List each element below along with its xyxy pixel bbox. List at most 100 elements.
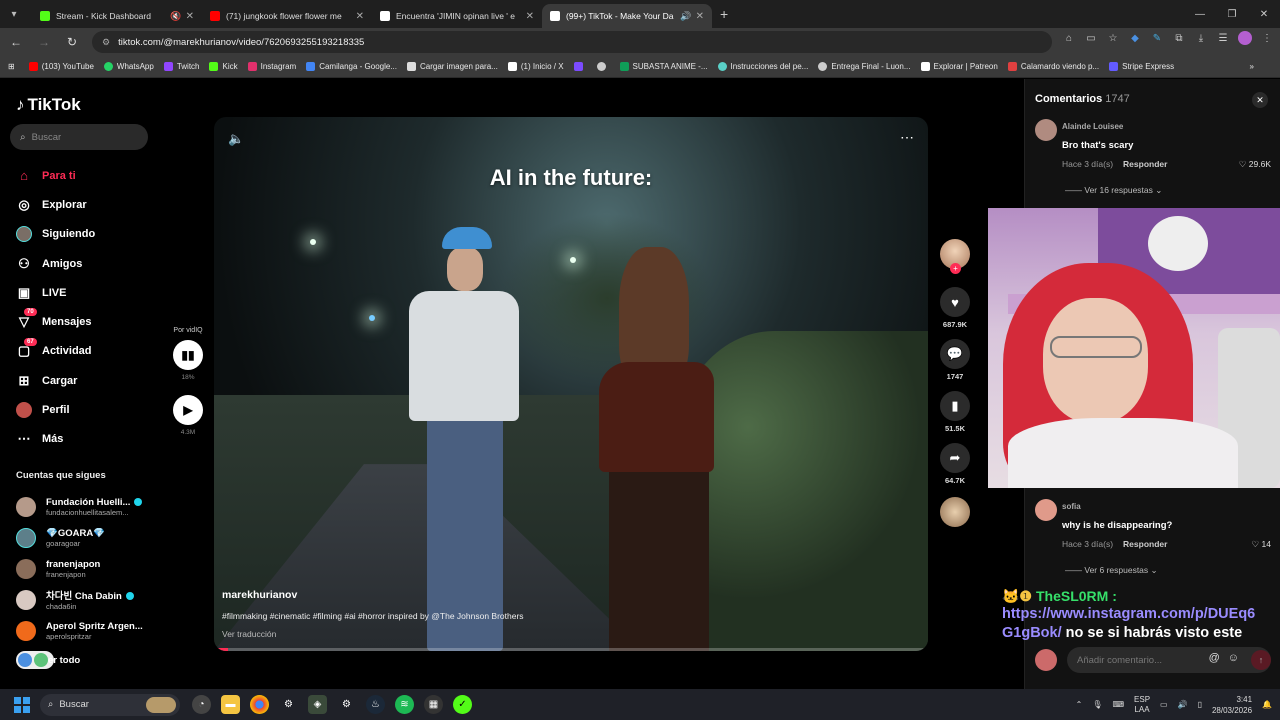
comment-username[interactable]: sofia xyxy=(1062,502,1081,511)
video-player[interactable]: AI in the future: 🔈 ⋯ marekhurianov #fil… xyxy=(214,117,928,651)
play-icon[interactable]: ▶ xyxy=(173,395,203,425)
comment-like-button[interactable]: ♡ 29.6K xyxy=(1239,159,1271,170)
display-icon[interactable]: ▭ xyxy=(1160,700,1168,709)
close-icon[interactable]: ✕ xyxy=(1252,92,1268,108)
app-icon[interactable]: ◔ xyxy=(192,695,211,714)
emoji-icon[interactable]: ☺ xyxy=(1228,652,1239,664)
profile-avatar-icon[interactable] xyxy=(1238,31,1252,45)
site-info-icon[interactable]: ⚙ xyxy=(102,37,110,48)
bookmark-kick[interactable]: Kick xyxy=(209,62,238,71)
bookmark-stripe[interactable]: Stripe Express xyxy=(1109,62,1174,71)
sidebar-item-cargar[interactable]: ⊞ Cargar xyxy=(16,366,156,395)
settings-icon[interactable]: ⚙ xyxy=(337,695,356,714)
bookmark-instagram[interactable]: Instagram xyxy=(247,62,296,71)
close-tab-icon[interactable]: ✕ xyxy=(526,11,534,22)
language-indicator[interactable]: ESP LAA xyxy=(1134,695,1150,715)
volume-icon[interactable]: 🔈 xyxy=(228,131,244,147)
browser-tab-kick[interactable]: Stream - Kick Dashboard 🔇 ✕ xyxy=(32,4,202,28)
app-icon[interactable]: ◈ xyxy=(308,695,327,714)
music-disc-icon[interactable] xyxy=(940,497,970,527)
heart-icon[interactable]: ♥ xyxy=(940,287,970,317)
bookmark-cargar-imagen[interactable]: Cargar imagen para... xyxy=(407,62,498,71)
maximize-icon[interactable]: ❐ xyxy=(1216,0,1248,28)
close-tab-icon[interactable]: ✕ xyxy=(186,11,194,22)
muted-icon[interactable]: 🔇 xyxy=(170,11,181,22)
send-arrow-icon[interactable]: ↑ xyxy=(1251,650,1271,670)
view-replies-button[interactable]: —— Ver 16 respuestas ⌄ xyxy=(1065,185,1162,196)
bookmarks-overflow-icon[interactable]: » xyxy=(1250,62,1254,71)
file-explorer-icon[interactable]: ▬ xyxy=(221,695,240,714)
download-icon[interactable]: ⤓ xyxy=(1194,31,1208,45)
chrome-icon[interactable] xyxy=(250,695,269,714)
bookmark-globe[interactable] xyxy=(596,62,610,71)
url-field[interactable]: ⚙ tiktok.com/@marekhurianov/video/762069… xyxy=(92,31,1052,53)
close-tab-icon[interactable]: ✕ xyxy=(356,11,364,22)
spotify-icon[interactable]: ≋ xyxy=(395,695,414,714)
translate-icon[interactable]: ⌂ xyxy=(1062,31,1076,45)
chevron-up-icon[interactable]: ⌃ xyxy=(1076,700,1083,709)
windows-start-icon[interactable] xyxy=(14,696,30,713)
share-icon[interactable]: ➦ xyxy=(940,443,970,473)
reply-button[interactable]: Responder xyxy=(1123,159,1167,169)
search-input[interactable]: ⌕ Buscar xyxy=(10,124,148,150)
bookmark-x[interactable]: (1) Inicio / X xyxy=(507,62,564,71)
see-all-button[interactable]: er todo xyxy=(16,651,80,669)
avatar[interactable] xyxy=(1035,499,1057,521)
following-account[interactable]: 차다빈 Cha Dabin chada6in xyxy=(16,584,156,615)
following-account[interactable]: 💎GOARA💎 goaragoar xyxy=(16,522,156,553)
bookmark-subasta[interactable]: SUBASTA ANIME -... xyxy=(619,62,708,71)
browser-tab-tiktok-search[interactable]: Encuentra 'JIMIN opinan live ' e ✕ xyxy=(372,4,542,28)
extension-icon[interactable]: ◆ xyxy=(1128,31,1142,45)
following-account[interactable]: Fundación Huelli... fundacionhuellitasal… xyxy=(16,491,156,522)
bookmark-instrucciones[interactable]: Instrucciones del pe... xyxy=(717,62,808,71)
bookmark-camilanga[interactable]: Camilanga - Google... xyxy=(306,62,397,71)
steam-icon[interactable]: ♨ xyxy=(366,695,385,714)
sidebar-item-siguiendo[interactable]: Siguiendo xyxy=(16,220,156,249)
sidebar-item-perfil[interactable]: Perfil xyxy=(16,395,156,424)
forward-icon[interactable]: → xyxy=(32,30,56,54)
sidebar-item-live[interactable]: ▣ LIVE xyxy=(16,278,156,307)
mention-icon[interactable]: @ xyxy=(1209,652,1220,664)
sidebar-item-mensajes[interactable]: ▽ 70 Mensajes xyxy=(16,307,156,336)
vidiq-stats-button[interactable]: ▮▮ xyxy=(173,340,203,370)
sidebar-item-amigos[interactable]: ⚇ Amigos xyxy=(16,249,156,278)
following-account[interactable]: Aperol Spritz Argen... aperolspritzar xyxy=(16,615,156,646)
reply-button[interactable]: Responder xyxy=(1123,539,1167,549)
close-window-icon[interactable]: ✕ xyxy=(1248,0,1280,28)
browser-tab-tiktok-active[interactable]: (99+) TikTok - Make Your Da 🔊 ✕ xyxy=(542,4,712,28)
bookmark-patreon[interactable]: Explorar | Patreon xyxy=(920,62,998,71)
translate-link[interactable]: Ver traducción xyxy=(222,629,276,639)
microphone-icon[interactable]: 🎙 xyxy=(1092,700,1102,709)
puzzle-icon[interactable]: ⧉ xyxy=(1172,31,1186,45)
comment-username[interactable]: Alainde Louisee xyxy=(1062,122,1123,131)
reload-icon[interactable]: ↻ xyxy=(60,30,84,54)
battery-icon[interactable]: ▯ xyxy=(1198,700,1202,709)
bookmark-purple[interactable] xyxy=(573,62,587,71)
app-icon[interactable]: ▦ xyxy=(424,695,443,714)
cast-icon[interactable]: ▭ xyxy=(1084,31,1098,45)
bookmark-twitch[interactable]: Twitch xyxy=(163,62,199,71)
sidebar-item-actividad[interactable]: ▢ 67 Actividad xyxy=(16,337,156,366)
tiktok-logo[interactable]: ♪ TikTok xyxy=(16,95,81,115)
follow-plus-icon[interactable]: + xyxy=(950,263,961,274)
settings-icon[interactable]: ⚙ xyxy=(279,695,298,714)
volume-icon[interactable]: 🔊 xyxy=(1178,700,1188,709)
creator-avatar[interactable]: + xyxy=(940,239,970,274)
bookmark-youtube[interactable]: (103) YouTube xyxy=(28,62,94,71)
minimize-icon[interactable]: — xyxy=(1184,0,1216,28)
back-icon[interactable]: ← xyxy=(4,30,28,54)
browser-tab-youtube[interactable]: (71) jungkook flower flower me ✕ xyxy=(202,4,372,28)
bookmark-star-icon[interactable]: ☆ xyxy=(1106,31,1120,45)
clock[interactable]: 3:41 28/03/2026 xyxy=(1212,694,1252,716)
tab-search-icon[interactable]: ▾ xyxy=(6,6,22,22)
sidebar-item-explorar[interactable]: ◎ Explorar xyxy=(16,190,156,219)
video-progress-bar[interactable] xyxy=(214,648,928,651)
new-tab-icon[interactable]: + xyxy=(720,6,728,22)
comment-input[interactable]: Añadir comentario... xyxy=(1067,647,1271,673)
keyboard-icon[interactable]: ⌨ xyxy=(1112,700,1124,709)
comment-like-button[interactable]: ♡ 14 xyxy=(1252,539,1271,550)
comment-icon[interactable]: 💬 xyxy=(940,339,970,369)
bookmark-entrega-final[interactable]: Entrega Final - Luon... xyxy=(818,62,911,71)
apps-icon[interactable]: ⊞ xyxy=(8,62,15,71)
reading-list-icon[interactable]: ☰ xyxy=(1216,31,1230,45)
